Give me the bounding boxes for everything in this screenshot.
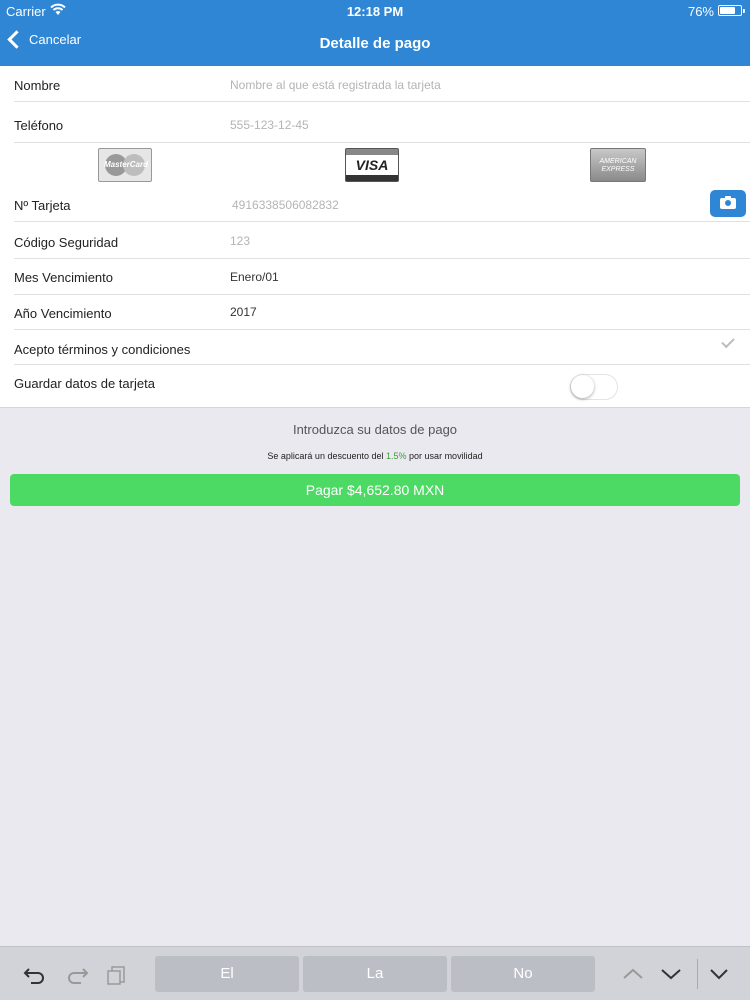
dismiss-keyboard-icon[interactable] [706, 961, 732, 987]
chevron-down-icon[interactable] [658, 961, 684, 987]
payment-form: Nombre Nombre al que está registrada la … [0, 66, 750, 408]
redo-icon[interactable] [64, 961, 90, 987]
status-bar: Carrier 12:18 PM 76% [0, 0, 750, 22]
navigation-bar: Cancelar Detalle de pago [0, 22, 750, 66]
visa-logo: VISA [345, 148, 399, 182]
camera-scan-button[interactable] [710, 190, 746, 217]
name-label: Nombre [14, 78, 61, 93]
battery-icon [718, 5, 745, 16]
pay-button[interactable]: Pagar $4,652.80 MXN [10, 474, 740, 506]
suggestion-3[interactable]: No [451, 956, 595, 992]
terms-row[interactable]: Acepto términos y condiciones [14, 330, 750, 365]
info-text: Introduzca su datos de pago [292, 422, 458, 437]
year-row[interactable]: Año Vencimiento 2017 [14, 295, 750, 330]
discount-note: Se aplicará un descuento del 1.5% por us… [267, 451, 483, 461]
security-code-label: Código Seguridad [14, 235, 119, 250]
security-code-input[interactable]: 123 [230, 234, 250, 248]
undo-icon[interactable] [22, 961, 48, 987]
card-number-input[interactable]: 4916338506082832 [232, 198, 339, 212]
clock: 12:18 PM [346, 4, 404, 19]
month-row[interactable]: Mes Vencimiento Enero/01 [14, 259, 750, 295]
month-label: Mes Vencimiento [14, 270, 113, 285]
keyboard-suggestion-bar: El La No [0, 946, 750, 1000]
amex-logo: AMERICAN EXPRESS [590, 148, 646, 182]
battery-percent: 76% [687, 4, 714, 19]
phone-input[interactable]: 555-123-12-45 [230, 118, 309, 132]
camera-icon [725, 200, 731, 206]
toggle-knob [571, 375, 594, 398]
save-card-toggle[interactable] [570, 374, 618, 400]
save-card-row: Guardar datos de tarjeta [14, 365, 750, 408]
name-row[interactable]: Nombre Nombre al que está registrada la … [14, 66, 750, 102]
phone-row[interactable]: Teléfono 555-123-12-45 [14, 102, 750, 143]
terms-label: Acepto términos y condiciones [14, 342, 191, 357]
card-number-row[interactable]: Nº Tarjeta 4916338506082832 [14, 188, 750, 222]
chevron-up-icon[interactable] [620, 961, 646, 987]
mastercard-logo: MasterCard [98, 148, 152, 182]
year-value[interactable]: 2017 [230, 305, 257, 319]
card-number-label: Nº Tarjeta [14, 198, 71, 213]
name-input[interactable]: Nombre al que está registrada la tarjeta [230, 78, 441, 92]
year-label: Año Vencimiento [14, 306, 112, 321]
top-bar: Carrier 12:18 PM 76% Cancelar Detalle de… [0, 0, 750, 66]
security-code-row[interactable]: Código Seguridad 123 [14, 222, 750, 259]
phone-label: Teléfono [14, 118, 64, 133]
save-card-label: Guardar datos de tarjeta [14, 376, 155, 391]
paste-icon[interactable] [104, 961, 130, 987]
page-title: Detalle de pago [319, 35, 431, 52]
month-value[interactable]: Enero/01 [230, 270, 279, 284]
divider [697, 959, 698, 989]
suggestion-1[interactable]: El [155, 956, 299, 992]
suggestion-2[interactable]: La [303, 956, 447, 992]
card-brands: MasterCard VISA AMERICAN EXPRESS [0, 144, 750, 188]
discount-percent: 1.5% [386, 451, 407, 461]
